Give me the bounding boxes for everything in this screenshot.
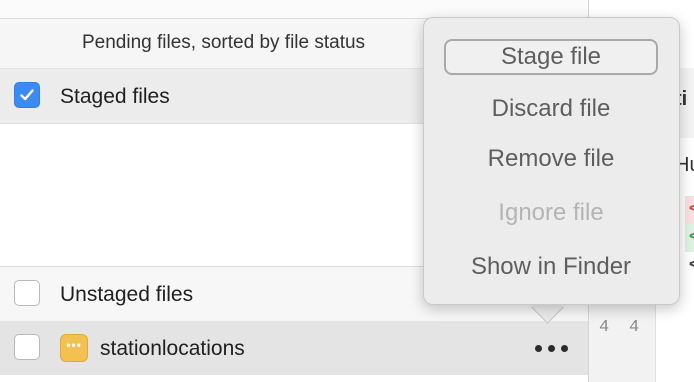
file-icon-glyph: ••• <box>66 338 82 352</box>
diff-removed-marker: < <box>689 200 694 217</box>
discard-file-item[interactable]: Discard file <box>444 91 658 127</box>
stage-file-button[interactable]: Stage file <box>444 39 658 75</box>
show-in-finder-item[interactable]: Show in Finder <box>444 249 658 285</box>
checkmark-icon <box>20 89 34 101</box>
file-row[interactable]: ••• stationlocations <box>0 321 588 375</box>
text-file-icon: ••• <box>60 334 88 362</box>
more-actions-button[interactable] <box>530 335 572 361</box>
unstaged-files-label: Unstaged files <box>60 283 194 306</box>
file-checkbox[interactable] <box>14 334 40 360</box>
pending-files-title: Pending files, sorted by file status <box>82 32 366 53</box>
new-line-number: 4 <box>629 318 640 337</box>
line-number-gutter <box>589 300 656 382</box>
remove-file-item[interactable]: Remove file <box>444 141 658 177</box>
file-actions-popover: Stage file Discard file Remove file Igno… <box>423 17 680 305</box>
file-name: stationlocations <box>100 337 245 360</box>
unstaged-files-checkbox[interactable] <box>14 280 40 306</box>
diff-added-marker: < <box>689 228 694 245</box>
staged-files-checkbox[interactable] <box>14 82 40 108</box>
staged-files-label: Staged files <box>60 85 170 108</box>
ignore-file-item: Ignore file <box>498 199 604 226</box>
old-line-number: 4 <box>599 318 610 337</box>
diff-context-marker: < <box>689 256 694 273</box>
